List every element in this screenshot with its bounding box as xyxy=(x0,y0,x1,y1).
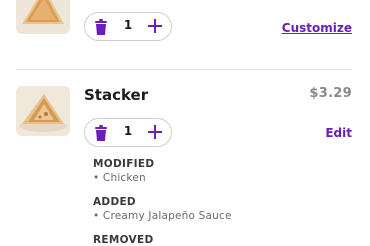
removed-heading: REMOVED xyxy=(93,234,154,246)
modified-heading: MODIFIED xyxy=(93,158,155,170)
added-heading: ADDED xyxy=(93,196,136,208)
added-item: • Creamy Jalapeño Sauce xyxy=(93,210,232,222)
item-divider xyxy=(16,69,352,70)
quantity-stepper-1: 1 xyxy=(84,12,172,41)
modified-item: • Chicken xyxy=(93,172,146,184)
item-image-2 xyxy=(16,86,70,136)
item-title: Stacker xyxy=(84,86,149,104)
customize-link[interactable]: Customize xyxy=(282,21,352,35)
plus-icon[interactable] xyxy=(147,18,163,34)
item-price: $3.29 xyxy=(309,86,352,101)
edit-link[interactable]: Edit xyxy=(325,126,352,140)
plus-icon[interactable] xyxy=(147,124,163,140)
item-image-1 xyxy=(16,0,70,34)
quantity-stepper-2: 1 xyxy=(84,118,172,147)
